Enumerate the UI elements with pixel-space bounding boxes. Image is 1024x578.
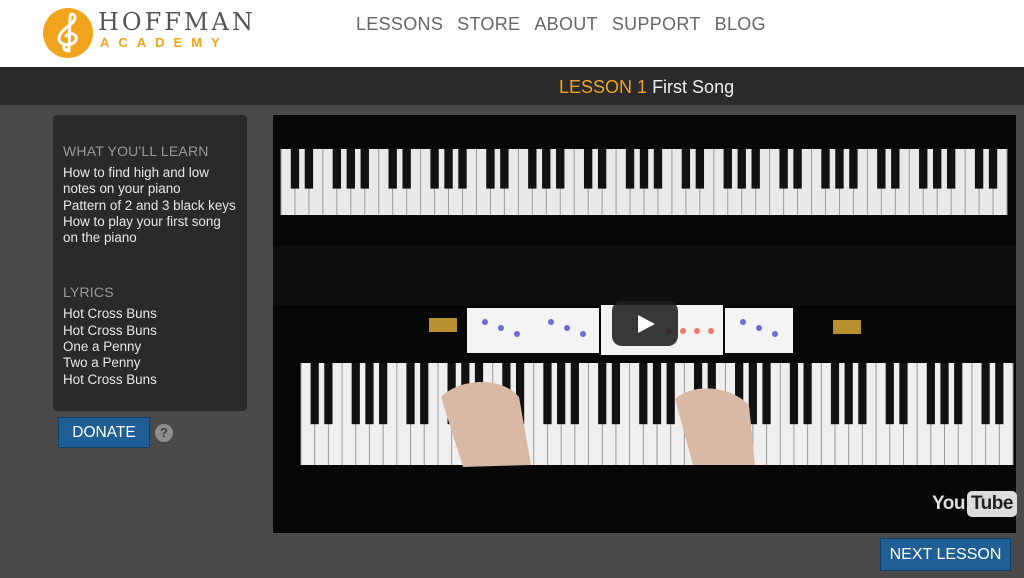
donate-button[interactable]: DONATE: [58, 417, 150, 448]
learn-heading: WHAT YOU'LL LEARN: [63, 143, 209, 159]
play-icon: [638, 315, 655, 333]
lyrics-heading: LYRICS: [63, 284, 114, 301]
play-button[interactable]: [612, 301, 678, 346]
learn-list: How to find high and low notes on your p…: [63, 165, 237, 246]
learn-item: How to find high and low notes on your p…: [63, 165, 209, 197]
lyrics-line: Hot Cross Buns: [63, 371, 157, 387]
nav-about[interactable]: ABOUT: [534, 14, 598, 35]
nav-blog[interactable]: BLOG: [715, 14, 766, 35]
lesson-number: LESSON 1: [559, 77, 648, 97]
help-icon[interactable]: ?: [155, 424, 173, 442]
nav-store[interactable]: STORE: [457, 14, 520, 35]
youtube-you: You: [932, 493, 965, 514]
nav-support[interactable]: SUPPORT: [612, 14, 701, 35]
lyrics-line: Two a Penny: [63, 355, 141, 371]
nav-lessons[interactable]: LESSONS: [356, 14, 443, 35]
logo-subtitle: ACADEMY: [100, 35, 229, 50]
main-nav: LESSONS STORE ABOUT SUPPORT BLOG: [356, 14, 766, 35]
site-header: HOFFMAN ACADEMY LESSONS STORE ABOUT SUPP…: [0, 0, 1024, 67]
learn-item: Pattern of 2 and 3 black keys: [63, 197, 236, 213]
site-logo[interactable]: HOFFMAN ACADEMY: [42, 7, 272, 58]
lesson-title-bar: LESSON 1 First Song: [0, 67, 1024, 105]
lyrics-list: Hot Cross Buns Hot Cross Buns One a Penn…: [63, 306, 237, 387]
next-lesson-button[interactable]: NEXT LESSON: [880, 538, 1011, 571]
lesson-name: First Song: [652, 77, 735, 97]
lyrics-line: Hot Cross Buns: [63, 322, 157, 338]
treble-clef-logo-icon: [43, 8, 93, 58]
logo-title: HOFFMAN: [98, 8, 256, 36]
lyrics-line: Hot Cross Buns: [63, 306, 157, 322]
lyrics-line: One a Penny: [63, 339, 142, 355]
youtube-logo[interactable]: You Tube: [932, 490, 1017, 518]
lesson-sidebar: WHAT YOU'LL LEARN How to find high and l…: [53, 115, 247, 411]
youtube-tube: Tube: [966, 491, 1017, 517]
lesson-title: LESSON 1 First Song: [559, 77, 734, 98]
learn-item: How to play your first song on the piano: [63, 213, 221, 246]
